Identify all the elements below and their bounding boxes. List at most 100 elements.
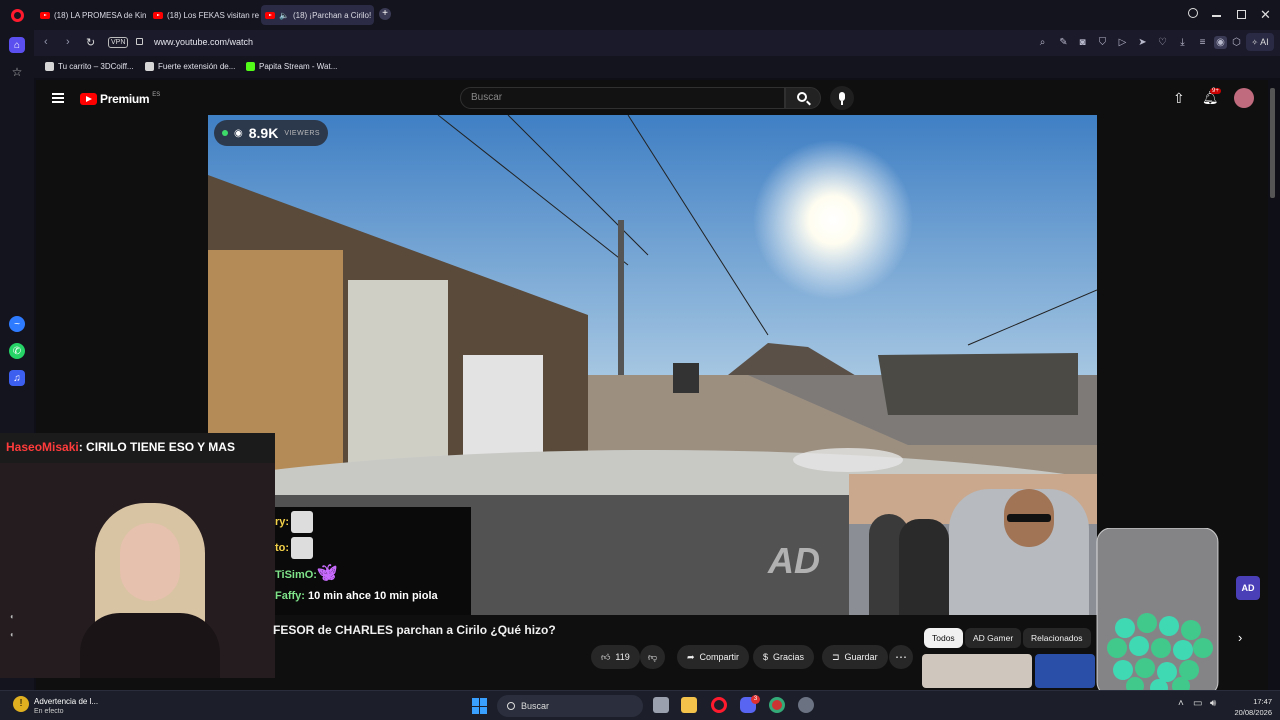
dislike-button[interactable]: 👎︎	[640, 645, 666, 669]
clock-time[interactable]: 17:47	[1228, 697, 1272, 706]
upload-icon[interactable]: ⇧	[1173, 90, 1185, 107]
sunglasses	[1007, 514, 1051, 522]
thumbs-down-icon: 👎︎	[648, 651, 658, 662]
star-icon[interactable]: ☆	[9, 64, 25, 80]
notification-title[interactable]: Advertencia de l...	[34, 697, 98, 706]
chip-ad-gamer[interactable]: AD Gamer	[965, 628, 1022, 648]
youtube-logo-icon	[80, 93, 97, 105]
play-icon[interactable]: ▷	[1116, 36, 1129, 49]
clock-date[interactable]: 20/08/2026	[1228, 708, 1272, 717]
tab-label: (18) LA PROMESA de King	[54, 10, 146, 20]
youtube-search-button[interactable]	[785, 87, 821, 109]
youtube-favicon-icon	[40, 11, 50, 19]
back-icon[interactable]: ‹	[44, 36, 48, 48]
shield-icon[interactable]: ⛉	[1096, 36, 1109, 49]
volume-icon[interactable]: 🔊︎	[1210, 698, 1216, 709]
bookmark-favicon-icon	[145, 62, 154, 71]
related-thumbnail[interactable]	[922, 654, 1032, 688]
viewers-counter: ◉ 8.9K VIEWERS	[214, 120, 328, 146]
tab-parchan-a-cirilo[interactable]: 🔈 (18) ¡Parchan a Cirilo!	[261, 5, 374, 25]
chat-message: ry:	[275, 511, 314, 533]
menu-icon[interactable]: ≡	[1196, 36, 1209, 49]
network-icon[interactable]: ▭	[1193, 698, 1202, 709]
edit-icon[interactable]: ✎	[1057, 36, 1070, 49]
viewers-count: 8.9K	[248, 125, 279, 141]
close-window-button[interactable]: ✕	[1260, 7, 1271, 23]
hamburger-menu-icon[interactable]	[52, 93, 64, 103]
warning-icon[interactable]: !	[13, 696, 29, 712]
task-view-icon[interactable]	[653, 697, 669, 713]
like-button[interactable]: 👍︎ 119	[591, 645, 640, 669]
bookmark-fuerte-extension[interactable]: Fuerte extensión de...	[145, 62, 235, 71]
tab-los-fekas[interactable]: (18) Los FEKAS visitan res	[149, 5, 259, 25]
vpn-badge[interactable]: VPN	[108, 37, 129, 48]
more-horizontal-icon: ⋯	[895, 650, 907, 664]
messenger-icon[interactable]: ~	[9, 316, 25, 332]
extensions-icon[interactable]: ⬡	[1230, 36, 1243, 49]
chip-relacionados[interactable]: Relacionados	[1023, 628, 1091, 648]
chrome-icon[interactable]	[769, 697, 785, 713]
camera-icon[interactable]: ◙	[1076, 36, 1089, 49]
zoom-icon[interactable]: ⌕	[1036, 36, 1049, 49]
streamer-face	[120, 523, 180, 601]
bookmark-tu-carrito[interactable]: Tu carrito – 3DCoiff...	[45, 62, 134, 71]
overlay-scrollbar: ◐ ◐	[10, 612, 15, 639]
more-actions-button[interactable]: ⋯	[889, 645, 913, 669]
bookmark-favicon-icon	[45, 62, 54, 71]
page-scrollbar[interactable]	[1270, 88, 1275, 198]
coin-jar-overlay	[1096, 528, 1219, 697]
maximize-button[interactable]	[1237, 10, 1246, 19]
start-button[interactable]	[472, 698, 488, 714]
tray-chevron-icon[interactable]: ˄	[1178, 698, 1184, 709]
music-icon[interactable]: ♫	[9, 370, 25, 386]
related-thumbnail[interactable]	[1035, 654, 1095, 688]
tab-la-promesa[interactable]: (18) LA PROMESA de King	[36, 5, 146, 25]
lock-icon	[136, 38, 143, 45]
chat-message: TiSimO:🦋︎	[275, 565, 338, 582]
save-button[interactable]: ⊐ Guardar	[822, 645, 888, 669]
new-tab-button[interactable]: +	[379, 8, 391, 20]
chips-next-icon[interactable]: ›	[1238, 630, 1242, 645]
live-dot-icon	[222, 130, 228, 136]
opera-logo-icon[interactable]	[11, 9, 24, 22]
streamer-body	[80, 613, 220, 678]
cat-emote-icon	[291, 511, 314, 533]
streamer-webcam	[0, 463, 275, 678]
share-button[interactable]: ➦ Compartir	[677, 645, 750, 669]
thanks-button[interactable]: $ Gracias	[753, 645, 815, 669]
bookmark-icon: ⊐	[832, 651, 840, 662]
url-field[interactable]: www.youtube.com/watch	[154, 37, 253, 47]
microphone-icon	[839, 92, 845, 101]
whatsapp-icon[interactable]: ✆	[9, 343, 25, 359]
chat-message: to:	[275, 537, 314, 559]
minimize-button[interactable]	[1212, 15, 1221, 17]
voice-search-button[interactable]	[830, 86, 854, 110]
download-icon[interactable]: ⤓	[1176, 36, 1189, 49]
notification-badge: 9+	[1210, 88, 1221, 94]
profile-icon[interactable]: ◉	[1214, 36, 1227, 49]
taskbar-search[interactable]: Buscar	[497, 695, 643, 717]
tab-label: (18) Los FEKAS visitan res	[167, 10, 259, 20]
opera-browser-icon[interactable]	[711, 697, 727, 713]
tab-label: (18) ¡Parchan a Cirilo!	[292, 10, 372, 20]
share-icon: ➦	[687, 651, 695, 662]
discord-badge: 3	[751, 695, 760, 704]
heart-icon[interactable]: ♡	[1156, 36, 1169, 49]
search-tabs-icon[interactable]	[1188, 8, 1198, 18]
bookmark-papita-stream[interactable]: Papita Stream - Wat...	[246, 62, 337, 71]
avatar[interactable]	[1234, 88, 1254, 108]
tab-bar: (18) LA PROMESA de King (18) Los FEKAS v…	[0, 0, 1280, 30]
settings-gear-icon[interactable]	[798, 697, 814, 713]
car-passenger-cam	[849, 474, 1097, 615]
chip-todos[interactable]: Todos	[924, 628, 963, 648]
reload-icon[interactable]: ↻	[86, 36, 95, 49]
send-icon[interactable]: ➤	[1136, 36, 1149, 49]
ai-button[interactable]: ✧ AI	[1246, 33, 1274, 51]
youtube-search-input[interactable]: Buscar	[460, 87, 785, 109]
ad-watermark: AD	[768, 540, 820, 581]
youtube-logo[interactable]: Premium ES	[80, 92, 160, 106]
file-explorer-icon[interactable]	[681, 697, 697, 713]
forward-icon[interactable]: ›	[66, 36, 70, 48]
home-icon[interactable]: ⌂	[9, 37, 25, 53]
cat-emote-icon	[291, 537, 314, 559]
